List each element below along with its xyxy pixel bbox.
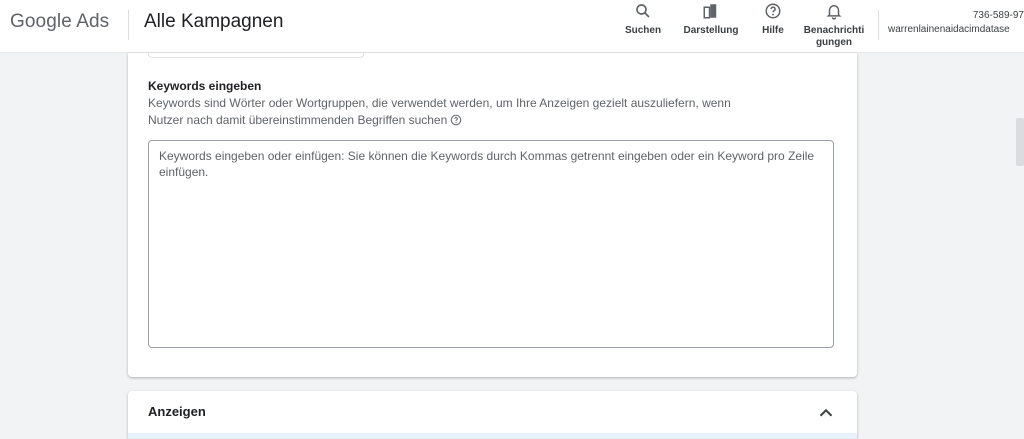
- account-switcher[interactable]: 736-589-97 warrenlainenaidacimdatase: [888, 9, 1024, 37]
- help-label: Hilfe: [762, 25, 784, 36]
- previous-field-edge: [148, 53, 364, 58]
- question-mark-icon[interactable]: [450, 114, 462, 131]
- top-bar: Google Ads Alle Kampagnen Suchen Darstel…: [0, 0, 1024, 53]
- notifications-button[interactable]: Benachrichti gungen: [799, 0, 869, 49]
- help-icon: [738, 0, 808, 24]
- scrollbar-thumb[interactable]: [1016, 118, 1024, 166]
- ads-section-header[interactable]: [128, 391, 857, 439]
- ads-section-content-edge: [128, 433, 857, 439]
- search-label: Suchen: [624, 25, 662, 36]
- header-divider: [128, 10, 129, 40]
- search-button[interactable]: Suchen: [608, 0, 678, 37]
- chevron-up-icon[interactable]: [815, 402, 837, 424]
- appearance-button[interactable]: Darstellung: [676, 0, 746, 37]
- keywords-input[interactable]: [148, 140, 834, 348]
- notifications-label: Benachrichti gungen: [803, 25, 865, 48]
- account-id: 736-589-97: [972, 10, 1024, 21]
- keywords-description-text: Keywords sind Wörter oder Wortgruppen, d…: [148, 96, 731, 127]
- appearance-icon: [676, 0, 746, 24]
- google-ads-logo[interactable]: Google Ads: [10, 11, 109, 33]
- account-name: warrenlainenaidacimdatase: [888, 24, 1010, 35]
- header-divider-right: [878, 10, 879, 40]
- keywords-description: Keywords sind Wörter oder Wortgruppen, d…: [148, 95, 768, 131]
- ads-section-title: Anzeigen: [148, 404, 206, 419]
- page-title: Alle Kampagnen: [144, 11, 284, 32]
- search-icon: [608, 0, 678, 24]
- keywords-heading: Keywords eingeben: [148, 79, 262, 93]
- bell-icon: [799, 0, 869, 24]
- help-button[interactable]: Hilfe: [738, 0, 808, 37]
- appearance-label: Darstellung: [683, 25, 739, 36]
